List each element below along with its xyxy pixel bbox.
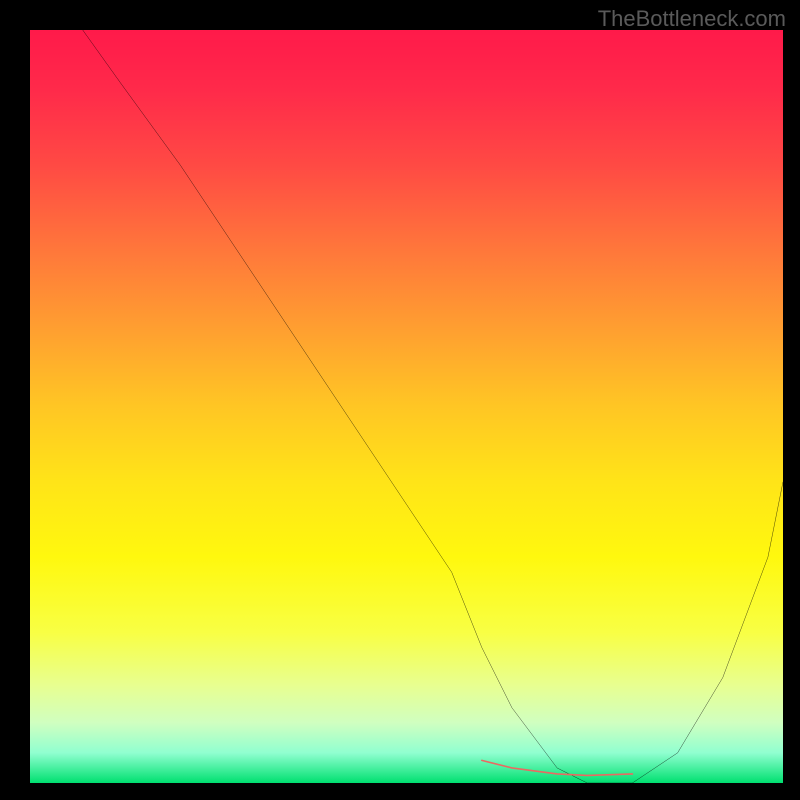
plot-area (30, 30, 783, 783)
curve-path (83, 30, 783, 783)
bottleneck-curve (30, 30, 783, 783)
watermark-text: TheBottleneck.com (598, 6, 786, 32)
